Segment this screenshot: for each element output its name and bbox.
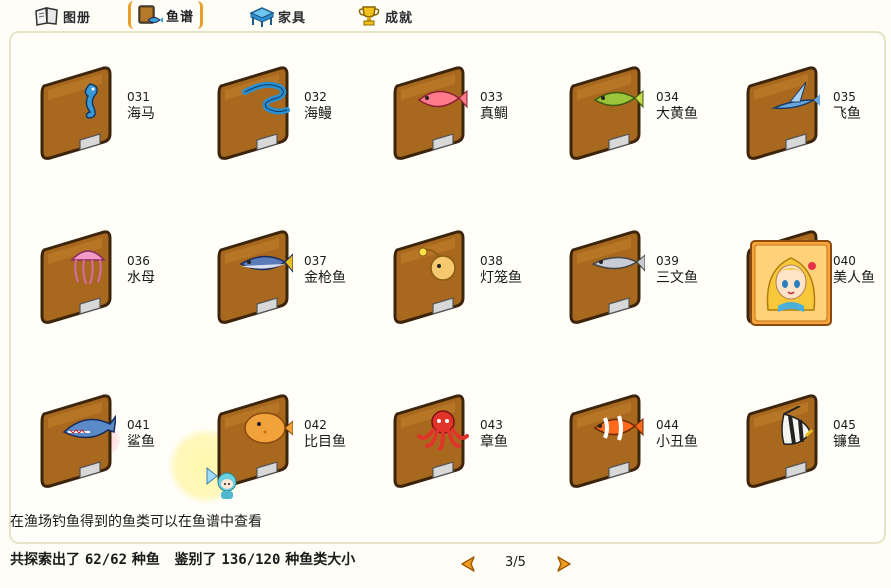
- yellow-croaker-icon: [593, 89, 644, 109]
- fish-entry[interactable]: 044 小丑鱼: [567, 392, 737, 502]
- furniture-icon: [249, 7, 275, 27]
- mermaid-card[interactable]: [750, 240, 832, 326]
- fish-card[interactable]: [391, 392, 491, 492]
- flying-fish-icon: [771, 81, 820, 110]
- fish-name: 灯笼鱼: [480, 270, 522, 286]
- tab-fish-guide-label: 鱼谱: [166, 9, 195, 25]
- fish-name: 比目鱼: [304, 434, 346, 450]
- identified-value: 136/120: [221, 552, 281, 568]
- fish-entry[interactable]: 037 金枪鱼: [215, 228, 385, 338]
- fish-number: 039: [656, 254, 679, 268]
- jellyfish-icon: [70, 250, 106, 285]
- fish-card[interactable]: [38, 64, 138, 164]
- fish-number: 044: [656, 418, 679, 432]
- fish-name: 小丑鱼: [656, 434, 698, 450]
- fish-entry[interactable]: 041 鲨鱼: [38, 392, 208, 502]
- fish-name: 海鳗: [304, 106, 332, 122]
- fish-number: 038: [480, 254, 503, 268]
- fish-number: 031: [127, 90, 150, 104]
- page-indicator: 3/5: [505, 555, 526, 570]
- fish-entry[interactable]: 033 真鲷: [391, 64, 561, 174]
- stats-line: 共探索出了 62/62 种鱼 鉴别了 136/120 种鱼类大小: [10, 549, 355, 569]
- sea-bream-icon: [417, 89, 468, 109]
- tab-achievement-label: 成就: [385, 10, 414, 26]
- fish-name: 大黄鱼: [656, 106, 698, 122]
- tab-furniture[interactable]: 家具: [249, 3, 306, 29]
- fish-number: 033: [480, 90, 503, 104]
- fish-name: 海马: [127, 106, 155, 122]
- eel-icon: [242, 81, 290, 115]
- tab-furniture-label: 家具: [278, 10, 307, 26]
- player-avatar: [206, 466, 237, 499]
- fish-card[interactable]: [38, 228, 138, 328]
- fish-guide-icon: [138, 5, 163, 24]
- fish-name: 真鲷: [480, 106, 508, 122]
- fish-card[interactable]: [567, 64, 667, 164]
- fish-card[interactable]: [567, 228, 667, 328]
- prev-arrow-icon[interactable]: [459, 555, 479, 573]
- fish-number: 045: [833, 418, 856, 432]
- fish-name: 章鱼: [480, 434, 508, 450]
- flounder-icon: [244, 412, 293, 444]
- shark-icon: [62, 414, 116, 439]
- fish-card[interactable]: [215, 228, 315, 328]
- fish-name: 鲨鱼: [127, 434, 155, 450]
- moorish-idol-icon: [781, 406, 814, 445]
- identified-prefix: 鉴别了: [174, 552, 217, 568]
- tab-fish-guide[interactable]: 鱼谱: [128, 1, 204, 29]
- fish-card[interactable]: [744, 64, 844, 164]
- fish-number: 037: [304, 254, 327, 268]
- fish-entry[interactable]: 043 章鱼: [391, 392, 561, 502]
- fish-number: 041: [127, 418, 150, 432]
- fish-entry[interactable]: 031 海马: [38, 64, 208, 174]
- album-book-icon: [35, 7, 58, 26]
- identified-suffix: 种鱼类大小: [285, 552, 356, 568]
- fish-entry[interactable]: 035 飞鱼: [744, 64, 891, 174]
- explored-suffix: 种鱼: [131, 552, 160, 568]
- fish-number: 034: [656, 90, 679, 104]
- trophy-icon: [358, 6, 380, 26]
- fish-number: 042: [304, 418, 327, 432]
- tab-achievement[interactable]: 成就: [356, 3, 413, 29]
- fish-entry[interactable]: 032 海鳗: [215, 64, 385, 174]
- next-arrow-icon[interactable]: [553, 555, 573, 573]
- salmon-icon: [591, 254, 645, 272]
- fish-name: 镰鱼: [833, 434, 861, 450]
- seahorse-icon: [84, 83, 98, 119]
- fish-entry[interactable]: 036 水母: [38, 228, 208, 338]
- explored-value: 62/62: [84, 552, 128, 568]
- tab-album[interactable]: 图册: [34, 3, 91, 29]
- fish-entry[interactable]: 034 大黄鱼: [567, 64, 737, 174]
- fish-card[interactable]: [391, 228, 491, 328]
- fish-name: 飞鱼: [833, 106, 861, 122]
- fish-name: 水母: [127, 270, 155, 286]
- fish-entry[interactable]: 045 镰鱼: [744, 392, 891, 502]
- fish-entry[interactable]: 038 灯笼鱼: [391, 228, 561, 338]
- fish-number: 032: [304, 90, 327, 104]
- fish-name: 美人鱼: [833, 270, 875, 286]
- fish-name: 三文鱼: [656, 270, 698, 286]
- octopus-icon: [417, 410, 469, 450]
- fish-card[interactable]: [38, 392, 138, 492]
- fish-number: 040: [833, 254, 856, 268]
- tuna-icon: [239, 253, 293, 273]
- fish-card[interactable]: [215, 64, 315, 164]
- lanternfish-icon: [418, 247, 456, 281]
- clownfish-icon: [593, 415, 644, 441]
- fish-number: 036: [127, 254, 150, 268]
- fish-card[interactable]: [744, 392, 844, 492]
- fish-entry[interactable]: 039 三文鱼: [567, 228, 737, 338]
- explored-prefix: 共探索出了: [10, 552, 80, 568]
- fish-entry[interactable]: 042 比目鱼: [215, 392, 385, 502]
- fish-name: 金枪鱼: [304, 270, 346, 286]
- hint-text: 在渔场钓鱼得到的鱼类可以在鱼谱中查看: [10, 514, 262, 530]
- fish-card[interactable]: [567, 392, 667, 492]
- fish-card[interactable]: [391, 64, 491, 164]
- fish-number: 035: [833, 90, 856, 104]
- tab-album-label: 图册: [63, 10, 92, 26]
- tab-bar: 图册 鱼谱 家具 成就: [0, 0, 891, 32]
- fish-number: 043: [480, 418, 503, 432]
